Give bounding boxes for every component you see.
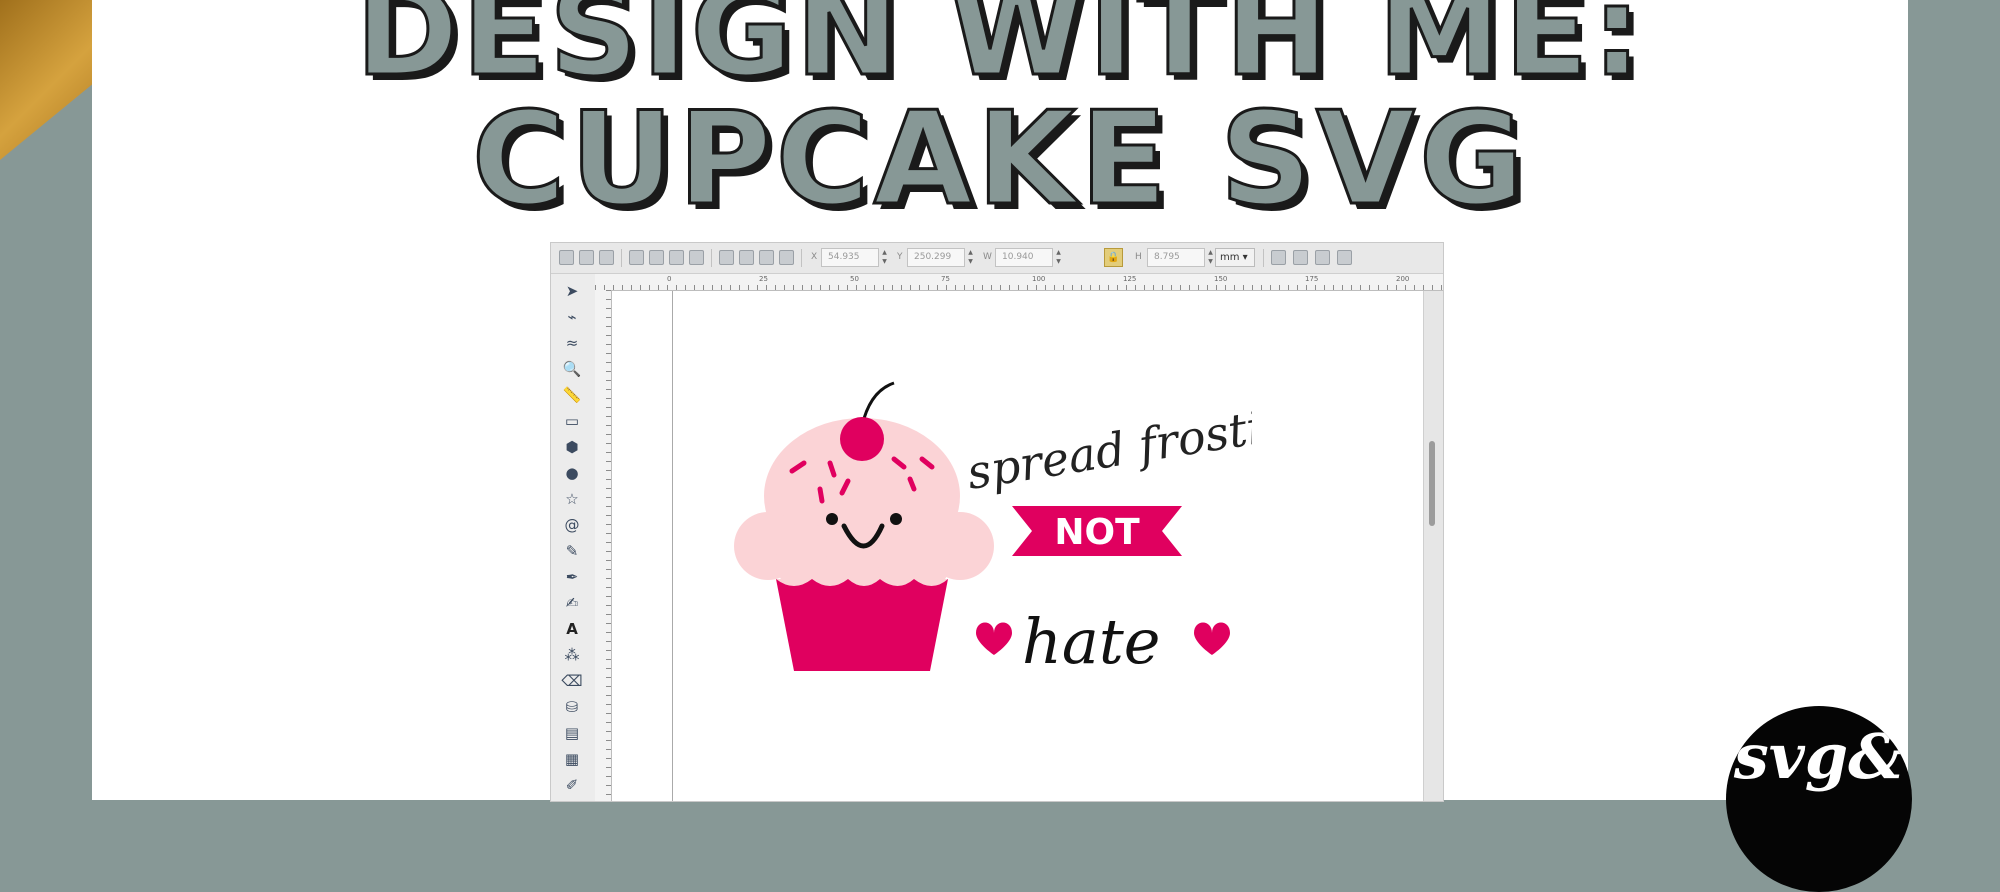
ruler-label: 50 — [850, 275, 859, 283]
unit-value: mm — [1220, 252, 1240, 263]
transform-patterns-icon[interactable] — [1337, 250, 1352, 265]
ruler-label: 175 — [1305, 275, 1319, 283]
spray-tool-icon[interactable]: ⁂ — [561, 644, 583, 666]
text-tool-icon[interactable]: A — [561, 618, 583, 640]
horizontal-ruler: 0 25 50 75 100 125 150 175 200 — [595, 274, 1443, 291]
script-bottom-text: hate — [1022, 605, 1161, 671]
flip-horizontal-icon[interactable] — [669, 250, 684, 265]
rectangle-tool-icon[interactable]: ▭ — [561, 410, 583, 432]
cupcake-artwork[interactable]: spread frosting NOT hate — [732, 371, 1252, 671]
x-field[interactable]: 54.935 — [821, 248, 879, 267]
pen-tool-icon[interactable]: ✒ — [561, 566, 583, 588]
w-spinner-icon[interactable]: ▲ ▼ — [1054, 248, 1063, 267]
flip-vertical-icon[interactable] — [689, 250, 704, 265]
unit-select[interactable]: mm ▾ — [1215, 248, 1255, 267]
selector-toolbar: X 54.935 ▲ ▼ Y 250.299 ▲ ▼ W 10.940 ▲ ▼ 🔒 H… — [551, 243, 1443, 274]
ruler-label: 125 — [1123, 275, 1137, 283]
ruler-label: 150 — [1214, 275, 1228, 283]
right-eye — [890, 513, 902, 525]
ruler-label: 0 — [667, 275, 672, 283]
inkscape-window: X 54.935 ▲ ▼ Y 250.299 ▲ ▼ W 10.940 ▲ ▼ 🔒 H… — [550, 242, 1444, 802]
dropper-tool-icon[interactable]: ✐ — [561, 774, 583, 796]
ruler-label: 75 — [941, 275, 950, 283]
scale-corners-icon[interactable] — [1293, 250, 1308, 265]
mesh-tool-icon[interactable]: ▦ — [561, 748, 583, 770]
box3d-tool-icon[interactable]: ⬢ — [561, 436, 583, 458]
y-label: Y — [897, 252, 903, 262]
toolbar-separator — [711, 249, 712, 267]
w-field[interactable]: 10.940 — [995, 248, 1053, 267]
page-title-line-2: Cupcake SVG — [470, 85, 1529, 234]
brand-logo-badge: svg& — [1726, 706, 1912, 892]
scrollbar-thumb[interactable] — [1429, 441, 1435, 526]
zoom-tool-icon[interactable]: 🔍 — [561, 358, 583, 380]
measure-tool-icon[interactable]: 📏 — [561, 384, 583, 406]
x-spinner-icon[interactable]: ▲ ▼ — [880, 248, 889, 267]
cupcake-wrapper — [776, 579, 948, 671]
lower-to-bottom-icon[interactable] — [779, 250, 794, 265]
ruler-label: 25 — [759, 275, 768, 283]
selector-tool-icon[interactable]: ➤ — [561, 280, 583, 302]
y-field[interactable]: 250.299 — [907, 248, 965, 267]
heart-right-icon — [1194, 622, 1230, 655]
brand-logo-text: svg& — [1733, 720, 1905, 793]
ruler-label: 100 — [1032, 275, 1046, 283]
cherry — [840, 417, 884, 461]
pencil-tool-icon[interactable]: ✎ — [561, 540, 583, 562]
h-field[interactable]: 8.795 — [1147, 248, 1205, 267]
raise-to-top-icon[interactable] — [719, 250, 734, 265]
raise-icon[interactable] — [739, 250, 754, 265]
page-border — [672, 291, 673, 801]
page-title-line-1: Design with me: — [354, 0, 1645, 104]
vertical-ruler — [595, 290, 612, 801]
calligraphy-tool-icon[interactable]: ✍ — [561, 592, 583, 614]
ruler-label: 200 — [1396, 275, 1410, 283]
h-label: H — [1135, 252, 1142, 262]
deselect-icon[interactable] — [599, 250, 614, 265]
transform-gradients-icon[interactable] — [1315, 250, 1330, 265]
rotate-ccw-icon[interactable] — [629, 250, 644, 265]
spiral-tool-icon[interactable]: @ — [561, 514, 583, 536]
toolbar-separator — [621, 249, 622, 267]
select-all-icon[interactable] — [559, 250, 574, 265]
gradient-tool-icon[interactable]: ▤ — [561, 722, 583, 744]
toolbar-separator — [1263, 249, 1264, 267]
ellipse-tool-icon[interactable]: ● — [561, 462, 583, 484]
script-top-text: spread frosting — [963, 391, 1252, 500]
y-spinner-icon[interactable]: ▲ ▼ — [966, 248, 975, 267]
vertical-scrollbar[interactable] — [1423, 291, 1443, 801]
banner-text: NOT — [1054, 512, 1140, 553]
paint-bucket-tool-icon[interactable]: ⛁ — [561, 696, 583, 718]
rotate-cw-icon[interactable] — [649, 250, 664, 265]
left-eye — [826, 513, 838, 525]
toolbar-separator — [801, 249, 802, 267]
drawing-canvas[interactable]: spread frosting NOT hate — [612, 291, 1423, 801]
select-all-layers-icon[interactable] — [579, 250, 594, 265]
lock-ratio-icon[interactable]: 🔒 — [1104, 248, 1123, 267]
scale-stroke-icon[interactable] — [1271, 250, 1286, 265]
tweak-tool-icon[interactable]: ≈ — [561, 332, 583, 354]
heart-left-icon — [976, 622, 1012, 655]
eraser-tool-icon[interactable]: ⌫ — [561, 670, 583, 692]
toolbox: ➤ ⌁ ≈ 🔍 📏 ▭ ⬢ ● ☆ @ ✎ ✒ ✍ A ⁂ ⌫ ⛁ ▤ ▦ ✐ — [551, 274, 596, 801]
node-tool-icon[interactable]: ⌁ — [561, 306, 583, 328]
star-tool-icon[interactable]: ☆ — [561, 488, 583, 510]
h-spinner-icon[interactable]: ▲ ▼ — [1206, 248, 1215, 267]
lower-icon[interactable] — [759, 250, 774, 265]
x-label: X — [811, 252, 818, 262]
w-label: W — [983, 252, 992, 262]
